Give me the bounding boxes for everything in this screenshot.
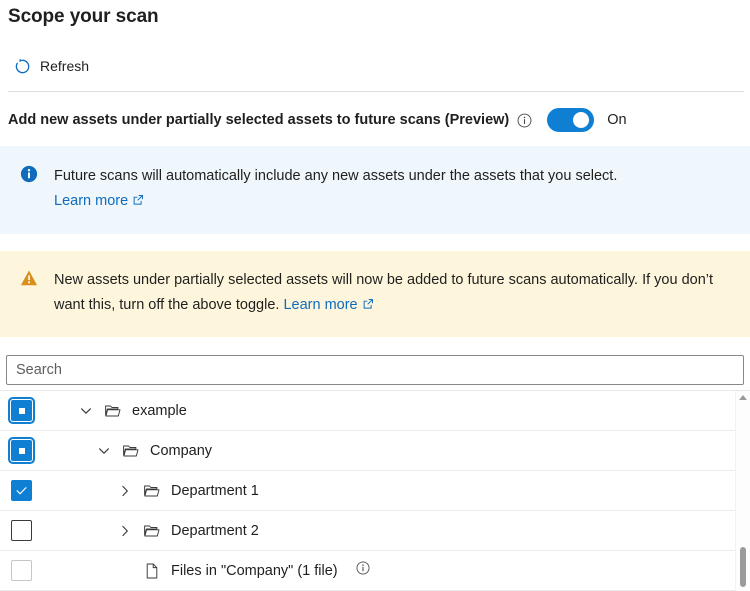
warning-triangle-icon bbox=[20, 268, 38, 292]
row-label: example bbox=[132, 401, 187, 421]
file-icon bbox=[143, 562, 161, 580]
chevron-right-icon[interactable] bbox=[117, 483, 133, 499]
folder-open-icon bbox=[122, 442, 140, 460]
folder-open-icon bbox=[143, 482, 161, 500]
future-scans-setting-row: Add new assets under partially selected … bbox=[0, 92, 750, 132]
table-row[interactable]: Department 1 bbox=[0, 471, 750, 511]
row-checkbox[interactable] bbox=[11, 560, 32, 581]
row-label: Department 2 bbox=[171, 521, 259, 541]
table-row[interactable]: example bbox=[0, 391, 750, 431]
chevron-right-icon[interactable] bbox=[117, 523, 133, 539]
info-icon[interactable] bbox=[509, 113, 532, 128]
external-link-icon bbox=[362, 298, 374, 310]
chevron-down-icon[interactable] bbox=[96, 443, 112, 459]
row-label: Department 1 bbox=[171, 481, 259, 501]
external-link-icon bbox=[132, 194, 144, 206]
refresh-button[interactable]: Refresh bbox=[10, 52, 95, 80]
warning-banner-body: New assets under partially selected asse… bbox=[54, 268, 734, 318]
search-input[interactable] bbox=[6, 355, 744, 385]
row-content: example bbox=[78, 401, 187, 421]
info-banner-learn-more-link[interactable]: Learn more bbox=[54, 193, 144, 209]
future-scans-toggle[interactable] bbox=[547, 108, 594, 132]
asset-tree: example Company Department 1 Department … bbox=[0, 390, 750, 591]
row-checkbox[interactable] bbox=[11, 520, 32, 541]
info-banner-text: Future scans will automatically include … bbox=[54, 168, 617, 184]
row-content: Department 1 bbox=[117, 481, 259, 501]
info-banner: Future scans will automatically include … bbox=[0, 146, 750, 234]
toggle-state-label: On bbox=[607, 110, 626, 130]
toggle-knob bbox=[573, 112, 589, 128]
refresh-button-label: Refresh bbox=[40, 56, 89, 76]
warning-banner-learn-more-label: Learn more bbox=[283, 297, 357, 313]
folder-open-icon bbox=[104, 402, 122, 420]
row-checkbox[interactable] bbox=[11, 480, 32, 501]
chevron-down-icon[interactable] bbox=[78, 403, 94, 419]
file-row-info-icon[interactable] bbox=[348, 561, 370, 580]
tree-scrollbar[interactable] bbox=[735, 391, 750, 591]
table-row[interactable]: Files in "Company" (1 file) bbox=[0, 551, 750, 591]
warning-banner-learn-more-link[interactable]: Learn more bbox=[283, 297, 373, 313]
warning-banner-text: New assets under partially selected asse… bbox=[54, 272, 713, 313]
table-row[interactable]: Department 2 bbox=[0, 511, 750, 551]
row-content: Files in "Company" (1 file) bbox=[117, 561, 370, 581]
info-banner-learn-more-label: Learn more bbox=[54, 193, 128, 209]
table-row[interactable]: Company bbox=[0, 431, 750, 471]
row-checkbox[interactable] bbox=[11, 440, 32, 461]
info-banner-body: Future scans will automatically include … bbox=[54, 164, 617, 214]
scroll-up-arrow[interactable] bbox=[739, 395, 747, 400]
scroll-thumb[interactable] bbox=[740, 547, 746, 587]
folder-open-icon bbox=[143, 522, 161, 540]
future-scans-setting-label: Add new assets under partially selected … bbox=[8, 110, 509, 130]
row-content: Company bbox=[96, 441, 212, 461]
row-label: Files in "Company" (1 file) bbox=[171, 561, 338, 581]
checkmark-icon bbox=[15, 484, 28, 497]
command-bar: Refresh bbox=[0, 30, 750, 84]
row-content: Department 2 bbox=[117, 521, 259, 541]
search-container bbox=[0, 337, 750, 385]
refresh-icon bbox=[14, 58, 31, 75]
row-checkbox[interactable] bbox=[11, 400, 32, 421]
warning-banner: New assets under partially selected asse… bbox=[0, 251, 750, 337]
info-circle-filled-icon bbox=[20, 164, 38, 188]
page-title: Scope your scan bbox=[0, 0, 750, 30]
row-label: Company bbox=[150, 441, 212, 461]
